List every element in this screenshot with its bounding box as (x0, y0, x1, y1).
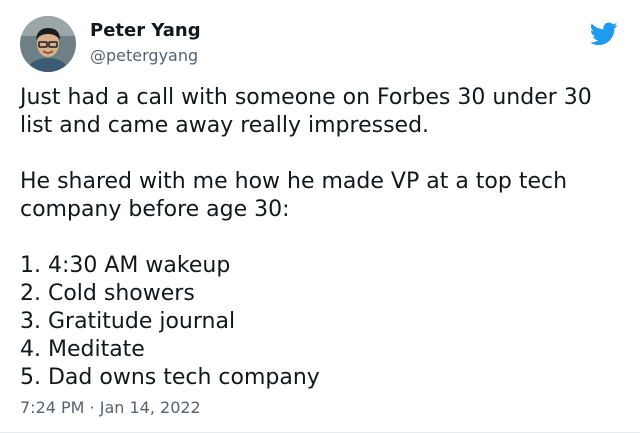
list-item: 5. Dad owns tech company (20, 365, 320, 390)
list-item: 1. 4:30 AM wakeup (20, 253, 231, 278)
tweet-timestamp[interactable]: 7:24 PM · Jan 14, 2022 (20, 397, 201, 419)
tweet-list: 1. 4:30 AM wakeup 2. Cold showers 3. Gra… (20, 252, 620, 392)
tweet-paragraph: He shared with me how he made VP at a to… (20, 169, 568, 222)
tweet-body: Just had a call with someone on Forbes 3… (20, 84, 620, 392)
author-handle[interactable]: @petergyang (90, 45, 201, 67)
tweet-paragraph: Just had a call with someone on Forbes 3… (20, 85, 592, 138)
list-item: 3. Gratitude journal (20, 309, 236, 334)
list-item: 4. Meditate (20, 337, 145, 362)
list-item: 2. Cold showers (20, 281, 195, 306)
twitter-bird-icon[interactable] (590, 22, 618, 46)
tweet-card: Peter Yang @petergyang Just had a call w… (0, 0, 640, 433)
author-block: Peter Yang @petergyang (90, 19, 201, 67)
avatar[interactable] (20, 16, 76, 72)
author-display-name[interactable]: Peter Yang (90, 19, 201, 43)
